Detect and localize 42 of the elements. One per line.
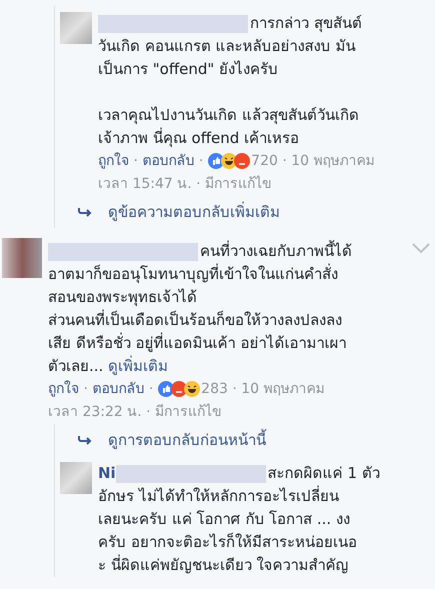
avatar-placeholder	[60, 462, 92, 494]
separator: ·	[232, 381, 237, 397]
view-replies-link[interactable]: ดูข้อความตอบกลับเพิ่มเติม	[108, 200, 280, 224]
comment-text: คนที่วางเฉยกับภาพนี้ได้	[200, 240, 352, 262]
separator: ·	[282, 153, 287, 169]
edited-label: มีการแก้ไข	[205, 176, 272, 192]
separator: ·	[146, 404, 151, 420]
separator: ·	[83, 381, 88, 397]
time: เวลา 23:22 น.	[48, 404, 142, 420]
separator: ·	[198, 153, 204, 169]
reply-link[interactable]: ตอบกลับ	[92, 381, 144, 397]
commenter-name[interactable]: Ni	[98, 462, 116, 485]
avatar-placeholder	[60, 12, 92, 44]
separator: ·	[196, 176, 201, 192]
view-replies-link[interactable]: ดูการตอบกลับก่อนหน้านี้	[108, 428, 266, 452]
see-more-link[interactable]: ดูเพิ่มเติม	[108, 357, 168, 375]
time: เวลา 15:47 น.	[98, 176, 192, 192]
comment-text: สะกดผิดแค่ 1 ตัว	[268, 463, 380, 484]
like-icon	[158, 381, 174, 398]
chevron-down-icon[interactable]	[411, 242, 431, 254]
reaction-count: 720	[251, 153, 278, 169]
comment-text: การกล่าว สุขสันต์	[250, 13, 362, 34]
date: 10 พฤษภาคม	[241, 381, 325, 397]
angry-face-icon	[170, 381, 187, 398]
date: 10 พฤษภาคม	[291, 153, 375, 169]
like-link[interactable]: ถูกใจ	[98, 153, 129, 169]
avatar-placeholder	[2, 238, 42, 278]
separator: ·	[148, 381, 154, 397]
reaction-count: 283	[201, 381, 228, 397]
reply-arrow-icon	[78, 435, 92, 445]
reply-link[interactable]: ตอบกลับ	[142, 153, 194, 169]
separator: ·	[133, 153, 138, 169]
like-link[interactable]: ถูกใจ	[48, 381, 79, 397]
comment-text: วันเกิด คอนแกรต และหลับอย่างสงบ มัน เป็นการ "offend" ยังไงครับ เวลาคุณไปงานวันเกิด แล้วสุขสันต์วันเกิด เจ้าภาพ นี่คุณ offend เค้าเหรอ	[98, 37, 359, 147]
comment-text: อาตมาก็ขออนุโมทนาบุญที่เข้าใจในแก่นคำสั่ง สอนของพระพุทธเจ้าได้ ส่วนคนที่เป็นเดือดเป็นร้อนก็ขอให้วางลงปลงลง เสีย ดีหรือชั่ว อยู่ที่แอดมินเค้า อย่าได้เอามาเผา ตัวเลย... ดูเพิ่มเติม	[48, 265, 346, 375]
laughing-face-icon	[220, 153, 237, 170]
reply-arrow-icon	[78, 207, 92, 217]
laughing-face-icon	[184, 381, 200, 398]
comment-text: อักษร ไม่ได้ทำให้หลักการอะไรเปลี่ยน เลยนะครับ แค่ โอกาศ กับ โอกาส ... งง ครับ อยากจะติอะไรก็ให้มีสาระหน่อยเนอ ะ นี่ผิดแค่พยัญชนะเดียว ใจความสำคัญ	[98, 487, 357, 574]
edited-label: มีการแก้ไข	[155, 404, 222, 420]
like-icon	[208, 153, 224, 170]
angry-face-icon	[234, 153, 250, 170]
